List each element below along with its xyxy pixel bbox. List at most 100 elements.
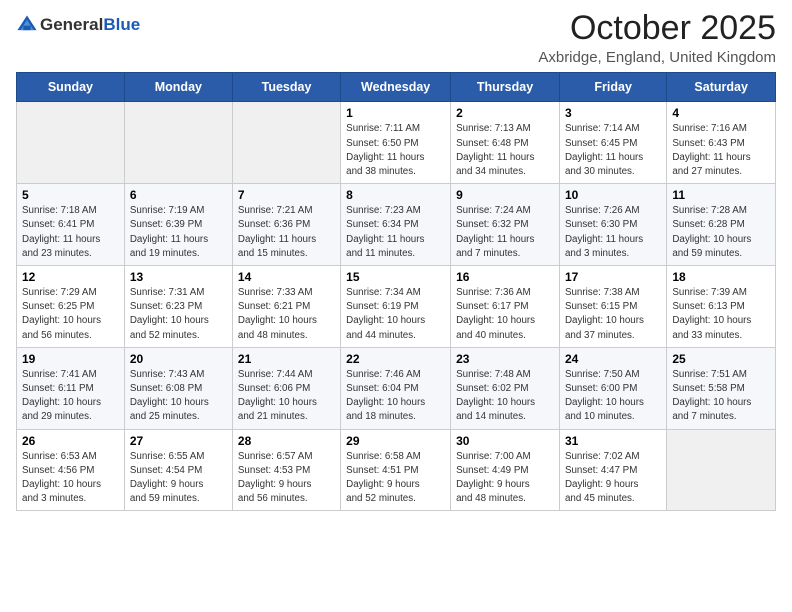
day-number: 25: [672, 352, 770, 366]
calendar-header: SundayMondayTuesdayWednesdayThursdayFrid…: [17, 73, 776, 102]
calendar-cell: 23 Sunrise: 7:48 AM Sunset: 6:02 PM Dayli…: [451, 347, 560, 429]
day-number: 11: [672, 188, 770, 202]
day-number: 2: [456, 106, 554, 120]
day-number: 14: [238, 270, 335, 284]
weekday-row: SundayMondayTuesdayWednesdayThursdayFrid…: [17, 73, 776, 102]
calendar-cell: 2Sunrise: 7:13 AM Sunset: 6:48 PM Daylig…: [451, 102, 560, 184]
logo-text: GeneralBlue: [40, 16, 140, 35]
calendar-cell: 10Sunrise: 7:26 AM Sunset: 6:30 PM Dayli…: [559, 184, 666, 266]
day-number: 21: [238, 352, 335, 366]
calendar-cell: 8 Sunrise: 7:23 AM Sunset: 6:34 PM Daylig…: [341, 184, 451, 266]
logo-blue-text: Blue: [103, 15, 140, 34]
logo-area: GeneralBlue: [16, 10, 140, 36]
day-info: Sunrise: 6:55 AM Sunset: 4:54 PM Dayligh…: [130, 450, 227, 507]
day-info: Sunrise: 7:50 AM Sunset: 6:00 PM Dayligh…: [565, 368, 661, 425]
calendar-cell: 13 Sunrise: 7:31 AM Sunset: 6:23 PM Dayli…: [124, 266, 232, 348]
day-number: 10: [565, 188, 661, 202]
day-info: Sunrise: 7:02 AM Sunset: 4:47 PM Dayligh…: [565, 450, 661, 507]
day-info: Sunrise: 7:19 AM Sunset: 6:39 PM Dayligh…: [130, 204, 227, 261]
calendar-cell: 21 Sunrise: 7:44 AM Sunset: 6:06 PM Dayli…: [232, 347, 340, 429]
day-info: Sunrise: 7:44 AM Sunset: 6:06 PM Dayligh…: [238, 368, 335, 425]
calendar-cell: [124, 102, 232, 184]
day-info: Sunrise: 7:43 AM Sunset: 6:08 PM Dayligh…: [130, 368, 227, 425]
day-number: 17: [565, 270, 661, 284]
day-info: Sunrise: 7:31 AM Sunset: 6:23 PM Dayligh…: [130, 286, 227, 343]
calendar-cell: 6 Sunrise: 7:19 AM Sunset: 6:39 PM Daylig…: [124, 184, 232, 266]
day-number: 29: [346, 434, 445, 448]
day-number: 26: [22, 434, 119, 448]
day-number: 13: [130, 270, 227, 284]
calendar-cell: 29 Sunrise: 6:58 AM Sunset: 4:51 PM Dayli…: [341, 429, 451, 511]
day-info: Sunrise: 7:38 AM Sunset: 6:15 PM Dayligh…: [565, 286, 661, 343]
day-info: Sunrise: 7:41 AM Sunset: 6:11 PM Dayligh…: [22, 368, 119, 425]
calendar-cell: 22Sunrise: 7:46 AM Sunset: 6:04 PM Dayli…: [341, 347, 451, 429]
calendar-cell: [232, 102, 340, 184]
day-info: Sunrise: 6:58 AM Sunset: 4:51 PM Dayligh…: [346, 450, 445, 507]
day-info: Sunrise: 7:34 AM Sunset: 6:19 PM Dayligh…: [346, 286, 445, 343]
calendar-table: SundayMondayTuesdayWednesdayThursdayFrid…: [16, 72, 776, 511]
day-number: 28: [238, 434, 335, 448]
day-number: 7: [238, 188, 335, 202]
day-info: Sunrise: 7:23 AM Sunset: 6:34 PM Dayligh…: [346, 204, 445, 261]
title-area: October 2025 Axbridge, England, United K…: [538, 10, 776, 66]
calendar-cell: 14Sunrise: 7:33 AM Sunset: 6:21 PM Dayli…: [232, 266, 340, 348]
day-number: 1: [346, 106, 445, 120]
day-number: 15: [346, 270, 445, 284]
day-info: Sunrise: 7:28 AM Sunset: 6:28 PM Dayligh…: [672, 204, 770, 261]
day-number: 27: [130, 434, 227, 448]
day-info: Sunrise: 7:11 AM Sunset: 6:50 PM Dayligh…: [346, 122, 445, 179]
main-title: October 2025: [538, 10, 776, 47]
calendar-cell: 25 Sunrise: 7:51 AM Sunset: 5:58 PM Dayli…: [667, 347, 776, 429]
logo-icon: [16, 14, 38, 36]
day-info: Sunrise: 7:00 AM Sunset: 4:49 PM Dayligh…: [456, 450, 554, 507]
day-number: 24: [565, 352, 661, 366]
day-info: Sunrise: 6:57 AM Sunset: 4:53 PM Dayligh…: [238, 450, 335, 507]
weekday-header-monday: Monday: [124, 73, 232, 102]
calendar-cell: 31 Sunrise: 7:02 AM Sunset: 4:47 PM Dayli…: [559, 429, 666, 511]
calendar-cell: 26Sunrise: 6:53 AM Sunset: 4:56 PM Dayli…: [17, 429, 125, 511]
day-number: 3: [565, 106, 661, 120]
calendar-cell: 5 Sunrise: 7:18 AM Sunset: 6:41 PM Daylig…: [17, 184, 125, 266]
calendar-week-3: 12 Sunrise: 7:29 AM Sunset: 6:25 PM Dayli…: [17, 266, 776, 348]
day-info: Sunrise: 7:21 AM Sunset: 6:36 PM Dayligh…: [238, 204, 335, 261]
calendar-body: 1 Sunrise: 7:11 AM Sunset: 6:50 PM Daylig…: [17, 102, 776, 511]
day-info: Sunrise: 7:24 AM Sunset: 6:32 PM Dayligh…: [456, 204, 554, 261]
calendar-cell: [667, 429, 776, 511]
day-number: 23: [456, 352, 554, 366]
day-number: 31: [565, 434, 661, 448]
day-info: Sunrise: 7:29 AM Sunset: 6:25 PM Dayligh…: [22, 286, 119, 343]
calendar-cell: 3 Sunrise: 7:14 AM Sunset: 6:45 PM Daylig…: [559, 102, 666, 184]
day-number: 20: [130, 352, 227, 366]
calendar-cell: 28 Sunrise: 6:57 AM Sunset: 4:53 PM Dayli…: [232, 429, 340, 511]
calendar-cell: 30 Sunrise: 7:00 AM Sunset: 4:49 PM Dayli…: [451, 429, 560, 511]
calendar-cell: 27 Sunrise: 6:55 AM Sunset: 4:54 PM Dayli…: [124, 429, 232, 511]
day-number: 4: [672, 106, 770, 120]
calendar-cell: 19 Sunrise: 7:41 AM Sunset: 6:11 PM Dayli…: [17, 347, 125, 429]
calendar-cell: 17 Sunrise: 7:38 AM Sunset: 6:15 PM Dayli…: [559, 266, 666, 348]
calendar-cell: 18Sunrise: 7:39 AM Sunset: 6:13 PM Dayli…: [667, 266, 776, 348]
day-info: Sunrise: 7:51 AM Sunset: 5:58 PM Dayligh…: [672, 368, 770, 425]
day-number: 6: [130, 188, 227, 202]
day-number: 5: [22, 188, 119, 202]
calendar-cell: 15 Sunrise: 7:34 AM Sunset: 6:19 PM Dayli…: [341, 266, 451, 348]
calendar-cell: 16Sunrise: 7:36 AM Sunset: 6:17 PM Dayli…: [451, 266, 560, 348]
day-info: Sunrise: 7:16 AM Sunset: 6:43 PM Dayligh…: [672, 122, 770, 179]
day-info: Sunrise: 7:18 AM Sunset: 6:41 PM Dayligh…: [22, 204, 119, 261]
day-info: Sunrise: 7:48 AM Sunset: 6:02 PM Dayligh…: [456, 368, 554, 425]
calendar-cell: 24 Sunrise: 7:50 AM Sunset: 6:00 PM Dayli…: [559, 347, 666, 429]
day-number: 30: [456, 434, 554, 448]
day-number: 9: [456, 188, 554, 202]
calendar-week-5: 26Sunrise: 6:53 AM Sunset: 4:56 PM Dayli…: [17, 429, 776, 511]
day-number: 16: [456, 270, 554, 284]
page: GeneralBlue October 2025 Axbridge, Engla…: [0, 0, 792, 612]
day-number: 19: [22, 352, 119, 366]
calendar-week-1: 1 Sunrise: 7:11 AM Sunset: 6:50 PM Daylig…: [17, 102, 776, 184]
calendar-cell: [17, 102, 125, 184]
day-number: 12: [22, 270, 119, 284]
weekday-header-friday: Friday: [559, 73, 666, 102]
day-number: 8: [346, 188, 445, 202]
calendar-cell: 9 Sunrise: 7:24 AM Sunset: 6:32 PM Daylig…: [451, 184, 560, 266]
logo-general-text: General: [40, 15, 103, 34]
weekday-header-thursday: Thursday: [451, 73, 560, 102]
day-info: Sunrise: 7:14 AM Sunset: 6:45 PM Dayligh…: [565, 122, 661, 179]
